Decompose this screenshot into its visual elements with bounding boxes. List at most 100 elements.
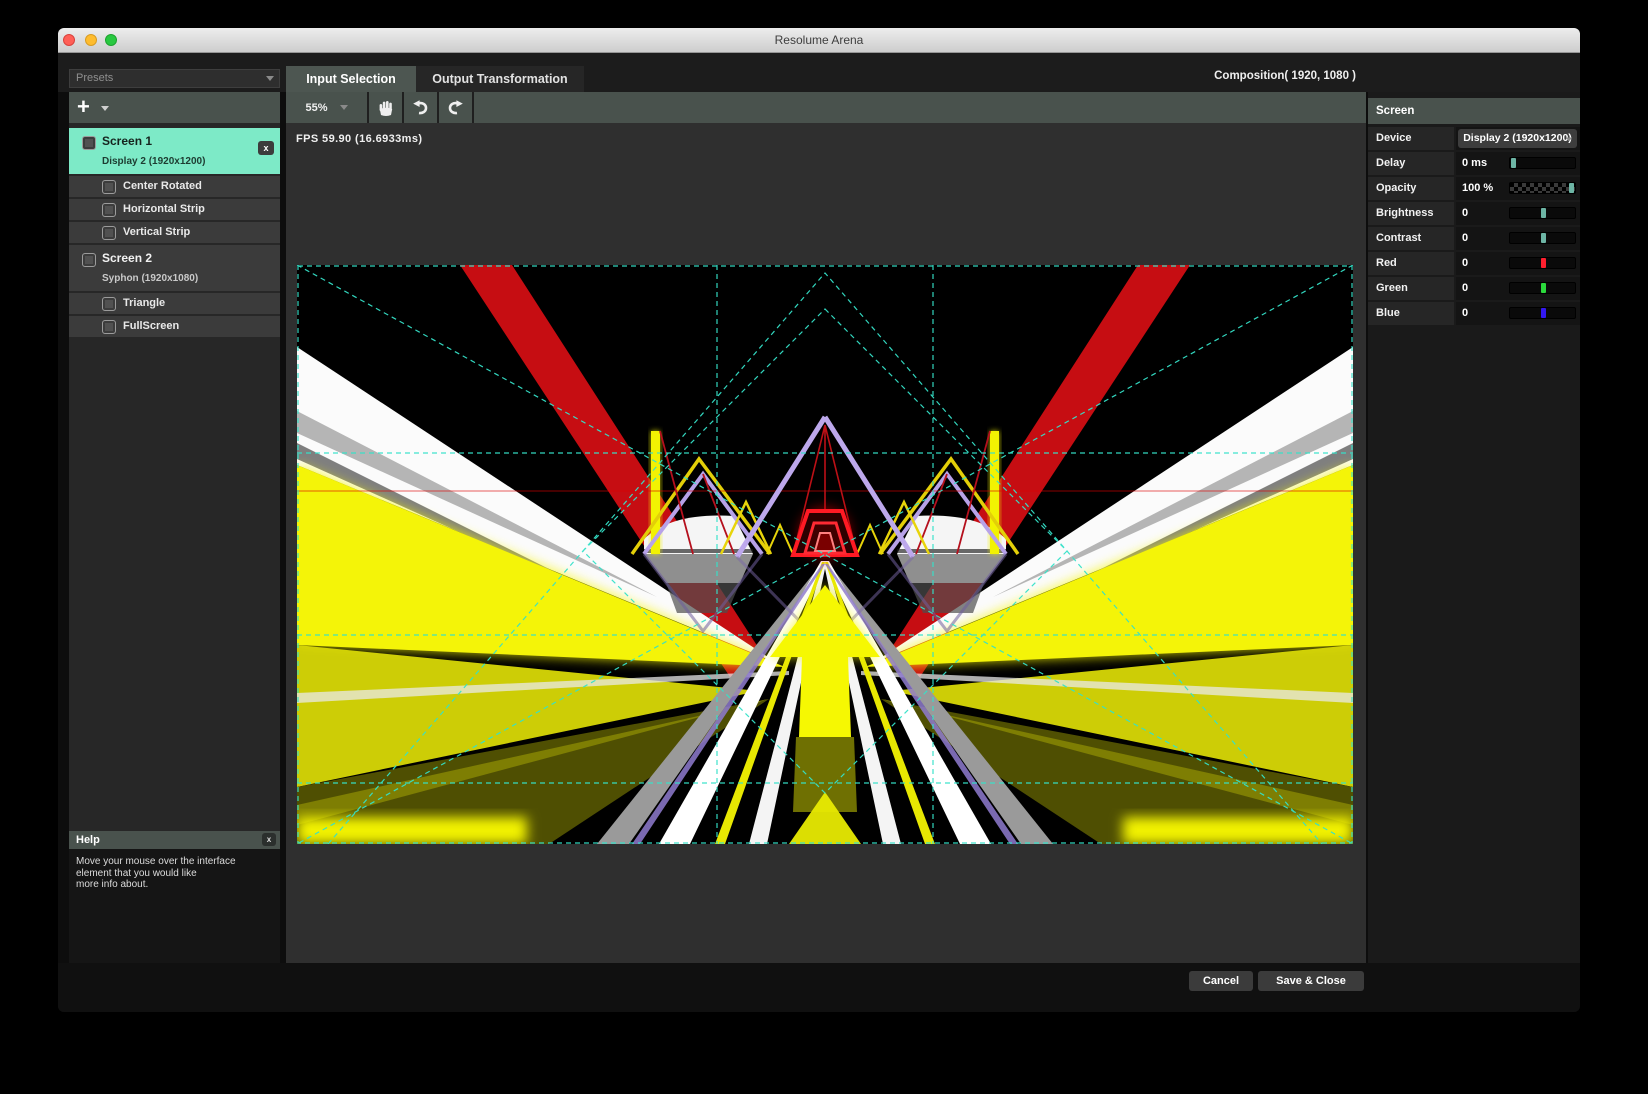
property-value: 0 ms	[1462, 157, 1487, 169]
undo-button[interactable]	[404, 92, 439, 123]
property-value: 0	[1462, 207, 1468, 219]
screen-list: Screen 1 Display 2 (1920x1200) x Center Rot…	[69, 128, 280, 339]
slice-label: Triangle	[123, 293, 165, 314]
help-line: more info about.	[76, 879, 273, 891]
zoom-level-value: 55%	[305, 102, 327, 114]
screen-item-2[interactable]: Screen 2 Syphon (1920x1080)	[69, 245, 280, 291]
slice-checkbox[interactable]	[102, 203, 116, 217]
slider-handle[interactable]	[1541, 308, 1546, 318]
canvas-area: 55%	[286, 92, 1366, 963]
slider-handle[interactable]	[1569, 183, 1574, 193]
presets-dropdown[interactable]: Presets	[69, 69, 280, 88]
delay-slider[interactable]	[1509, 157, 1576, 169]
screen-item-1[interactable]: Screen 1 Display 2 (1920x1200) x	[69, 128, 280, 174]
desktop: { "window": { "title": "Resolume Arena" …	[0, 0, 1648, 1094]
property-row-brightness: Brightness0	[1368, 202, 1580, 225]
undo-icon	[412, 100, 429, 115]
blue-slider[interactable]	[1509, 307, 1576, 319]
tab-input-selection[interactable]: Input Selection	[286, 66, 416, 92]
property-value-cell: Display 2 (1920x1200)	[1456, 127, 1580, 150]
slice-item[interactable]: FullScreen	[69, 316, 280, 337]
slice-label: Vertical Strip	[123, 222, 190, 243]
pan-hand-tool-button[interactable]	[369, 92, 404, 123]
property-value: 100 %	[1462, 182, 1493, 194]
title-bar[interactable]: Resolume Arena	[58, 28, 1580, 53]
screen-name: Screen 2	[102, 251, 152, 265]
screen-device-label: Display 2 (1920x1200)	[102, 156, 205, 167]
slider-handle[interactable]	[1541, 233, 1546, 243]
preview-visual	[297, 265, 1353, 844]
slider-handle[interactable]	[1511, 158, 1516, 168]
hand-icon	[378, 99, 394, 116]
slider-handle[interactable]	[1541, 283, 1546, 293]
property-value: 0	[1462, 232, 1468, 244]
remove-screen-button[interactable]: x	[258, 141, 274, 155]
property-label: Opacity	[1368, 177, 1454, 200]
redo-button[interactable]	[439, 92, 474, 123]
screen-properties-panel: Screen DeviceDisplay 2 (1920x1200)Delay 0…	[1368, 92, 1580, 963]
property-label: Green	[1368, 277, 1454, 300]
slider-handle[interactable]	[1541, 208, 1546, 218]
opacity-slider[interactable]	[1509, 182, 1576, 194]
property-value-cell: 0	[1456, 227, 1580, 250]
presets-label: Presets	[76, 72, 113, 84]
tab-output-transformation[interactable]: Output Transformation	[416, 66, 584, 92]
help-close-button[interactable]: x	[262, 833, 276, 846]
device-dropdown[interactable]: Display 2 (1920x1200)	[1458, 129, 1577, 148]
screen-checkbox[interactable]	[82, 136, 96, 150]
toolbar-spacer	[474, 92, 1366, 123]
property-row-green: Green 0	[1368, 277, 1580, 300]
red-slider[interactable]	[1509, 257, 1576, 269]
slice-checkbox[interactable]	[102, 320, 116, 334]
screen-checkbox[interactable]	[82, 253, 96, 267]
property-value-cell: 0	[1456, 202, 1580, 225]
slider-handle[interactable]	[1541, 258, 1546, 268]
slice-label: FullScreen	[123, 316, 179, 337]
window-title: Resolume Arena	[58, 28, 1580, 52]
canvas-toolbar: 55%	[286, 92, 1366, 123]
property-value: 0	[1462, 307, 1468, 319]
composition-preview[interactable]	[297, 265, 1353, 844]
slice-item[interactable]: Horizontal Strip	[69, 199, 280, 220]
composition-size-label: Composition( 1920, 1080 )	[1214, 70, 1356, 82]
slice-checkbox[interactable]	[102, 297, 116, 311]
slice-checkbox[interactable]	[102, 226, 116, 240]
add-screen-button[interactable]: +	[77, 94, 90, 120]
slice-checkbox[interactable]	[102, 180, 116, 194]
slice-item[interactable]: Center Rotated	[69, 176, 280, 197]
property-row-contrast: Contrast 0	[1368, 227, 1580, 250]
brightness-slider[interactable]	[1509, 207, 1576, 219]
help-line: element that you would like	[76, 868, 273, 880]
chevron-down-icon	[266, 76, 274, 81]
save-close-button[interactable]: Save & Close	[1258, 971, 1364, 991]
property-value-cell: 100 %	[1456, 177, 1580, 200]
screens-sidebar: + Screen 1 Display 2 (1920x1200) x Center R…	[69, 92, 280, 963]
screen-device-label: Syphon (1920x1080)	[102, 273, 198, 284]
help-panel: Help x Move your mouse over the interfac…	[69, 831, 280, 963]
slice-item[interactable]: Vertical Strip	[69, 222, 280, 243]
fps-readout: FPS 59.90 (16.6933ms)	[296, 133, 422, 145]
property-label: Red	[1368, 252, 1454, 275]
help-title: Help	[76, 834, 100, 846]
properties-panel-title: Screen	[1368, 98, 1580, 124]
contrast-slider[interactable]	[1509, 232, 1576, 244]
property-label: Delay	[1368, 152, 1454, 175]
add-screen-menu-caret-icon[interactable]	[101, 106, 109, 111]
add-screen-row: +	[69, 92, 280, 123]
green-slider[interactable]	[1509, 282, 1576, 294]
property-label: Contrast	[1368, 227, 1454, 250]
chevron-down-icon	[340, 105, 348, 110]
property-value-cell: 0 ms	[1456, 152, 1580, 175]
help-line: Move your mouse over the interface	[76, 856, 273, 868]
property-label: Device	[1368, 127, 1454, 150]
screen-name: Screen 1	[102, 134, 152, 148]
help-panel-header: Help x	[69, 831, 280, 849]
zoom-level-dropdown[interactable]: 55%	[286, 92, 369, 123]
property-row-red: Red0	[1368, 252, 1580, 275]
slice-label: Horizontal Strip	[123, 199, 205, 220]
help-body: Move your mouse over the interface eleme…	[69, 849, 280, 963]
cancel-button[interactable]: Cancel	[1189, 971, 1253, 991]
top-strip: Presets Input Selection Output Transform…	[58, 53, 1580, 92]
property-value: 0	[1462, 282, 1468, 294]
slice-item[interactable]: Triangle	[69, 293, 280, 314]
